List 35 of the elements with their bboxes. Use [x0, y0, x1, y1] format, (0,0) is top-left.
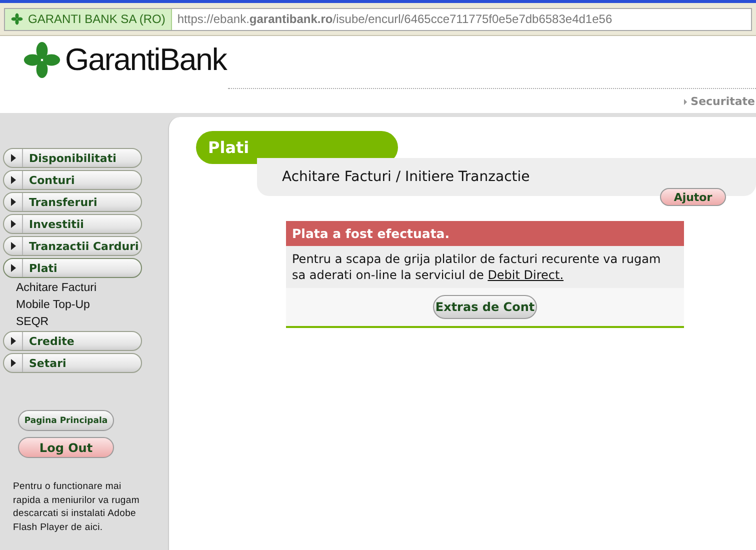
triangle-icon [10, 154, 16, 162]
menu-item[interactable]: Tranzactii Carduri [3, 236, 142, 256]
site-identity[interactable]: GARANTI BANK SA (RO) [5, 8, 172, 30]
triangle-icon [684, 98, 687, 104]
triangle-icon [10, 176, 16, 184]
triangle-icon [10, 220, 16, 228]
triangle-icon [10, 198, 16, 206]
submenu-item[interactable]: Mobile Top-Up [0, 297, 165, 314]
info-text: Pentru a scapa de grija platilor de facturi recurente va rugam sa aderati on-line la serviciul de Debit Direct. [286, 246, 684, 288]
logout-button[interactable]: Log Out [18, 437, 114, 458]
submenu-item[interactable]: Achitare Facturi [0, 280, 165, 297]
flash-note: Pentru o functionare mai rapida a meniurilor va rugam descarcati si instalati Adobe Flash Player de aici. [13, 480, 141, 534]
menu-item[interactable]: Credite [3, 331, 142, 351]
security-link[interactable]: Securitate [684, 95, 755, 108]
logo-text: GarantiBank [65, 42, 226, 78]
menu-item[interactable]: Conturi [3, 170, 142, 190]
menu-item[interactable]: Plati [3, 258, 142, 278]
clover-icon [23, 41, 61, 79]
triangle-icon [10, 359, 16, 367]
clover-icon [11, 13, 23, 25]
menu-item[interactable]: Investitii [3, 214, 142, 234]
home-button[interactable]: Pagina Principala [18, 410, 114, 431]
address-bar[interactable]: GARANTI BANK SA (RO) https://ebank.garantibank.ro/isube/encurl/6465cce711775f0e5e7db6583e4d1e56 [4, 8, 752, 30]
menu-item[interactable]: Setari [3, 353, 142, 373]
triangle-icon [10, 264, 16, 272]
success-message: Plata a fost efectuata. [286, 221, 684, 246]
statement-button[interactable]: Extras de Cont [433, 295, 537, 319]
menu-item[interactable]: Disponibilitati [3, 148, 142, 168]
page-title: Achitare Facturi / Initiere Tranzactie [282, 169, 530, 185]
menu-item[interactable]: Transferuri [3, 192, 142, 212]
triangle-icon [10, 242, 16, 250]
help-button[interactable]: Ajutor [660, 188, 726, 206]
submenu-item[interactable]: SEQR [0, 314, 165, 331]
triangle-icon [10, 337, 16, 345]
debit-direct-link[interactable]: Debit Direct. [488, 268, 564, 282]
